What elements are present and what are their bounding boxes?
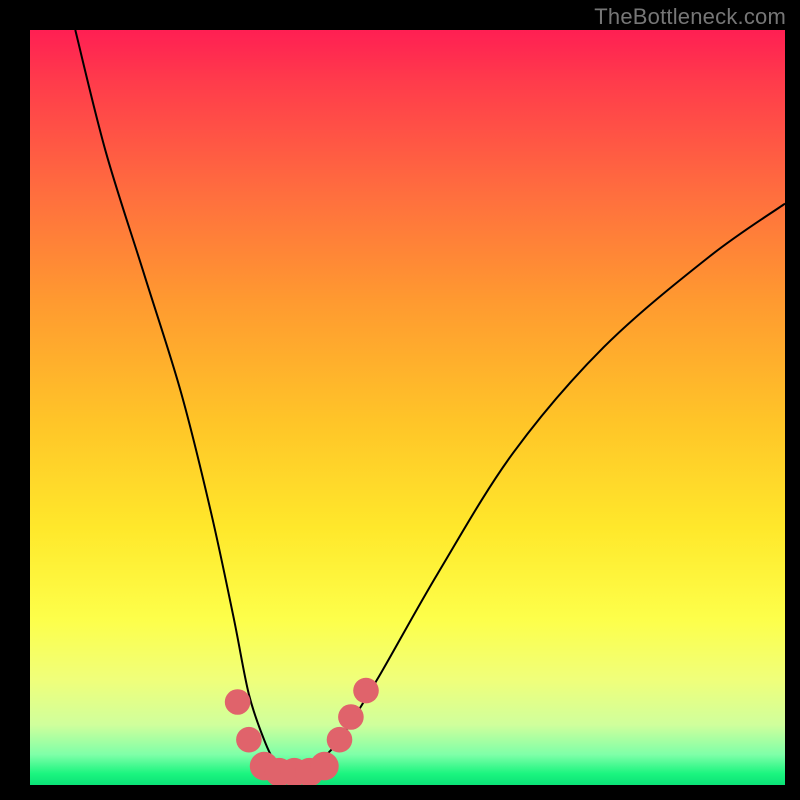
chart-stage: TheBottleneck.com xyxy=(0,0,800,800)
curve-marker xyxy=(353,678,379,704)
curve-marker xyxy=(327,727,353,753)
curve-marker xyxy=(236,727,262,753)
watermark-label: TheBottleneck.com xyxy=(594,4,786,30)
curve-layer xyxy=(30,30,785,785)
bottleneck-curve xyxy=(75,30,785,771)
curve-marker xyxy=(225,689,251,715)
curve-marker xyxy=(338,704,364,730)
curve-marker xyxy=(310,752,339,781)
